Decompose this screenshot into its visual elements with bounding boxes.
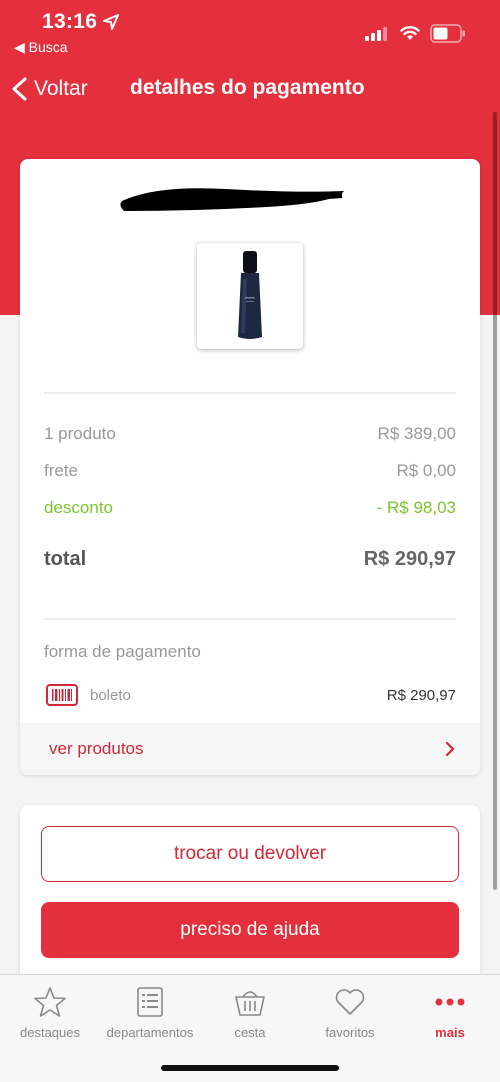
back-button[interactable]: Voltar: [10, 74, 88, 104]
redacted-scribble: [120, 188, 345, 211]
navigation-bar: Voltar detalhes do pagamento: [0, 62, 500, 118]
tab-label: mais: [435, 1025, 465, 1040]
summary-row-discount: desconto - R$ 98,03: [44, 498, 456, 518]
more-icon: [435, 998, 465, 1006]
tab-label: departamentos: [106, 1025, 194, 1040]
back-label: Voltar: [34, 77, 88, 100]
payment-details-card: 1 produto R$ 389,00 frete R$ 0,00 descon…: [20, 159, 480, 775]
tab-cesta[interactable]: cesta: [200, 985, 300, 1040]
list-icon: [137, 987, 163, 1017]
total-label: total: [44, 548, 87, 570]
scroll-indicator[interactable]: [493, 112, 497, 890]
summary-row-total: total R$ 290,97: [44, 548, 456, 571]
tab-destaques[interactable]: destaques: [0, 985, 100, 1040]
star-icon: [34, 987, 66, 1017]
need-help-button[interactable]: preciso de ajuda: [41, 902, 459, 958]
heart-icon: [335, 989, 365, 1015]
status-bar: 13:16 ◀ Busca: [0, 0, 500, 62]
back-to-app-link[interactable]: ◀ Busca: [14, 39, 68, 56]
summary-label: 1 produto: [44, 424, 116, 443]
wifi-icon: [400, 26, 420, 40]
basket-icon: [235, 991, 265, 1016]
cellular-signal-icon: [365, 27, 387, 41]
summary-row-products: 1 produto R$ 389,00: [44, 424, 456, 444]
summary-label: desconto: [44, 498, 113, 517]
tab-departamentos[interactable]: departamentos: [100, 985, 200, 1040]
status-time: 13:16: [42, 10, 98, 33]
tab-mais[interactable]: mais: [400, 985, 500, 1040]
barcode-icon: [46, 684, 78, 706]
chevron-right-icon: [445, 741, 455, 757]
summary-value: - R$ 98,03: [376, 498, 456, 517]
divider: [44, 392, 456, 394]
summary-value: R$ 389,00: [377, 424, 456, 443]
tab-favoritos[interactable]: favoritos: [300, 985, 400, 1040]
tab-label: destaques: [20, 1025, 80, 1040]
divider: [44, 618, 456, 620]
summary-row-shipping: frete R$ 0,00: [44, 461, 456, 481]
tab-label: favoritos: [325, 1025, 375, 1040]
actions-card: trocar ou devolver preciso de ajuda: [20, 805, 480, 995]
payment-amount: R$ 290,97: [386, 686, 456, 704]
payment-method-name: boleto: [90, 686, 131, 704]
location-arrow-icon: [103, 14, 119, 30]
summary-value: R$ 0,00: [396, 461, 456, 480]
summary-label: frete: [44, 461, 79, 480]
view-products-link[interactable]: ver produtos: [20, 723, 480, 775]
payment-method-heading: forma de pagamento: [44, 642, 201, 661]
home-indicator[interactable]: [161, 1065, 339, 1071]
battery-icon: [430, 24, 465, 43]
payment-method-row: boleto R$ 290,97: [44, 681, 456, 709]
chevron-left-icon: [12, 77, 27, 101]
total-value: R$ 290,97: [363, 548, 456, 570]
perfume-bottle-image: [238, 251, 262, 339]
exchange-return-button[interactable]: trocar ou devolver: [41, 826, 459, 882]
product-image[interactable]: [197, 243, 303, 349]
tab-label: cesta: [234, 1025, 266, 1040]
page-title: detalhes do pagamento: [130, 76, 365, 99]
view-products-label: ver produtos: [49, 739, 144, 758]
